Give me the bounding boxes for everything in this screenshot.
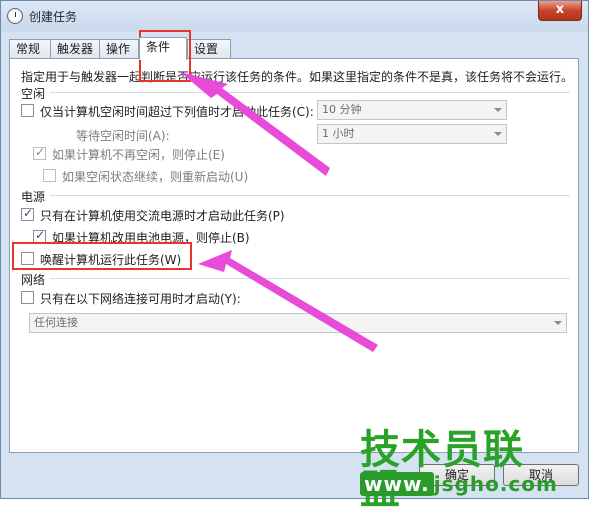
- arrow-to-wake: [198, 250, 378, 352]
- tab-conditions[interactable]: 条件: [139, 37, 187, 60]
- watermark-url-rest: jsgho.com: [433, 472, 558, 496]
- arrow-to-tab: [180, 72, 330, 176]
- watermark-url: www. jsgho.com: [360, 472, 558, 496]
- annotation-arrows: [180, 72, 378, 352]
- watermark-title: 技术员联盟: [360, 427, 524, 510]
- watermark: 技术员联盟 www.jsgho.com: [360, 430, 560, 510]
- watermark-url-prefix: www.: [360, 472, 434, 496]
